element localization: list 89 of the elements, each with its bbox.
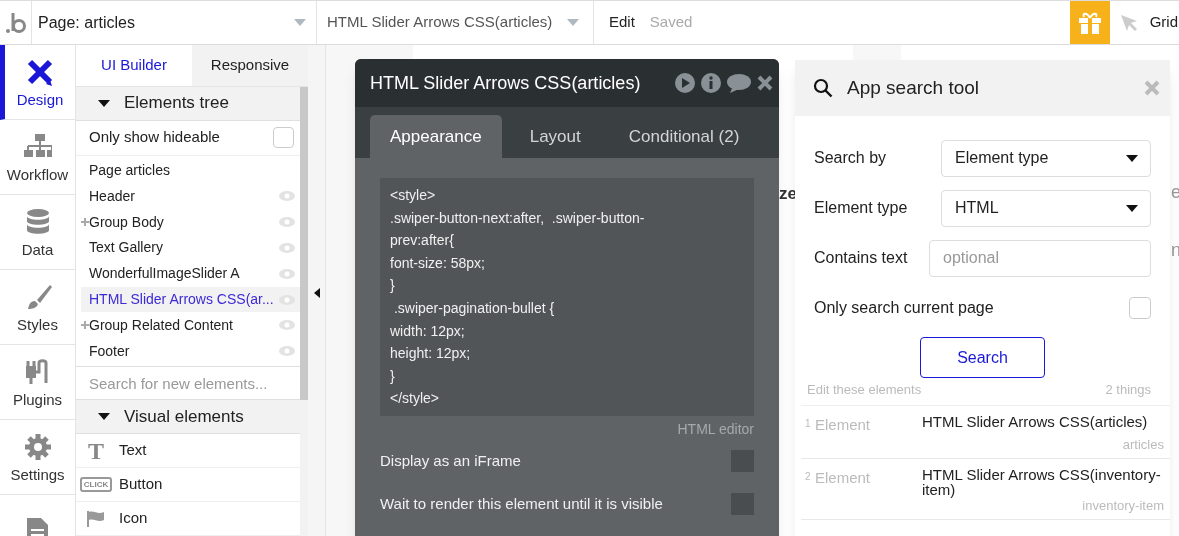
caret-icon	[1126, 204, 1138, 212]
eye-icon	[279, 294, 295, 305]
eye-icon	[279, 320, 295, 331]
scrollbar-thumb[interactable]	[300, 86, 308, 400]
tree-item[interactable]: Header	[81, 183, 300, 210]
gift-button[interactable]	[1069, 1, 1110, 44]
nav-item[interactable]: Data	[0, 195, 75, 270]
results-count: 2 things	[1105, 381, 1151, 399]
eye-icon	[279, 346, 295, 357]
caret-icon	[567, 19, 579, 26]
info-icon	[701, 73, 721, 93]
panel-title: App search tool	[847, 75, 981, 100]
nav-item[interactable]: Settings	[0, 420, 75, 495]
result-name: HTML Slider Arrows CSS(articles)	[922, 413, 1149, 432]
design-icon	[26, 57, 54, 86]
field-label: Element type	[814, 198, 909, 218]
edit-button[interactable]: Edit	[594, 1, 650, 44]
element-dropdown[interactable]: HTML Slider Arrows CSS(articles)	[317, 1, 594, 44]
gear-icon	[23, 432, 52, 461]
nav-item[interactable]: Plugins	[0, 345, 75, 420]
tree-item[interactable]: Page articles	[81, 157, 300, 184]
section-header[interactable]: Visual elements	[76, 400, 300, 434]
grid-button[interactable]: Grid	[1147, 1, 1179, 44]
play-icon	[675, 73, 695, 93]
result-name: HTML Slider Arrows CSS(inventory-item)	[922, 467, 1162, 497]
element-item[interactable]: CLICK Button	[76, 468, 300, 502]
editor-tab[interactable]: Conditional (2)	[608, 115, 760, 158]
editor-caption: HTML editor	[677, 419, 754, 439]
result-row[interactable]: 2 Element HTML Slider Arrows CSS(inventory-item) inventory-item	[801, 459, 1170, 520]
search-button[interactable]: Search	[920, 337, 1045, 378]
editor-tab[interactable]: Appearance	[370, 115, 502, 158]
caret-icon	[1126, 154, 1138, 162]
row-number: 1	[804, 416, 812, 431]
result-row[interactable]: 1 Element HTML Slider Arrows CSS(articles) articles	[801, 405, 1170, 459]
tree-item[interactable]: Footer	[81, 338, 300, 364]
field-label: Only search current page	[814, 298, 994, 318]
option-label: Display as an iFrame	[380, 451, 521, 472]
eye-icon	[279, 268, 295, 279]
tree-item[interactable]: HTML Slider Arrows CSS(ar...	[81, 286, 300, 313]
checkbox[interactable]	[273, 127, 294, 149]
collapse-handle[interactable]	[308, 45, 326, 536]
eye-icon	[279, 242, 295, 253]
option-label: Wait to render this element until it is visible	[380, 494, 663, 515]
section-header[interactable]: Elements tree	[76, 86, 300, 121]
tree-item[interactable]: Group Related Content	[81, 312, 300, 339]
field-label: Search by	[814, 148, 888, 168]
dropdown[interactable]: Element type	[941, 139, 1151, 177]
result-page: articles	[1122, 435, 1164, 454]
editor-tab[interactable]: Layout	[509, 115, 601, 158]
result-type: Element	[815, 414, 872, 435]
caret-icon	[294, 19, 306, 26]
gift-icon	[1077, 11, 1102, 34]
flag-icon	[87, 510, 105, 527]
caret-left-icon	[313, 287, 320, 298]
nav-item[interactable]: Workflow	[0, 120, 75, 195]
search-icon	[813, 78, 833, 98]
panel-tab[interactable]: Responsive	[192, 45, 308, 86]
tree-item[interactable]: WonderfulImageSlider A	[81, 260, 300, 287]
close-icon	[1144, 80, 1160, 96]
dropdown[interactable]: HTML	[941, 189, 1151, 227]
tree-item[interactable]: Text Gallery	[81, 235, 300, 261]
code-editor[interactable]: <style> .swiper-button-next:after, .swiper-button-prev:after{ font-size: 58px; } .swiper-pagination-bullet { width: 12px; height: 12px; } </style>	[380, 178, 754, 416]
canvas-text: ze	[779, 185, 797, 202]
field-label: Contains text	[814, 248, 909, 268]
text-field[interactable]: optional	[929, 239, 1151, 277]
save-status: Saved	[649, 12, 693, 33]
filter-label: Only show hideable	[89, 127, 220, 148]
nav-item[interactable]: Styles	[0, 270, 75, 345]
checkbox[interactable]	[1129, 297, 1151, 319]
eye-icon	[279, 191, 295, 202]
button-icon: CLICK	[79, 477, 113, 492]
canvas-text: n	[1171, 241, 1179, 259]
result-type: Element	[815, 468, 872, 488]
cursor-icon	[1119, 13, 1138, 32]
element-item[interactable]: Icon	[76, 502, 300, 536]
caret-down-icon	[98, 413, 110, 420]
result-page: inventory-item	[1082, 496, 1164, 515]
page-dropdown[interactable]: Page: articles	[32, 1, 317, 44]
search-field[interactable]: Search for new elements...	[76, 366, 300, 400]
text-icon: T	[88, 438, 104, 463]
logo-icon	[4, 10, 27, 35]
row-number: 2	[804, 470, 812, 484]
close-icon	[757, 75, 773, 91]
results-caption: Edit these elements	[807, 381, 922, 399]
eye-icon	[279, 217, 295, 228]
comment-icon	[727, 73, 751, 93]
caret-down-icon	[98, 99, 110, 107]
tree-item[interactable]: Group Body	[81, 209, 300, 235]
panel-title: HTML Slider Arrows CSS(articles)	[370, 71, 642, 95]
